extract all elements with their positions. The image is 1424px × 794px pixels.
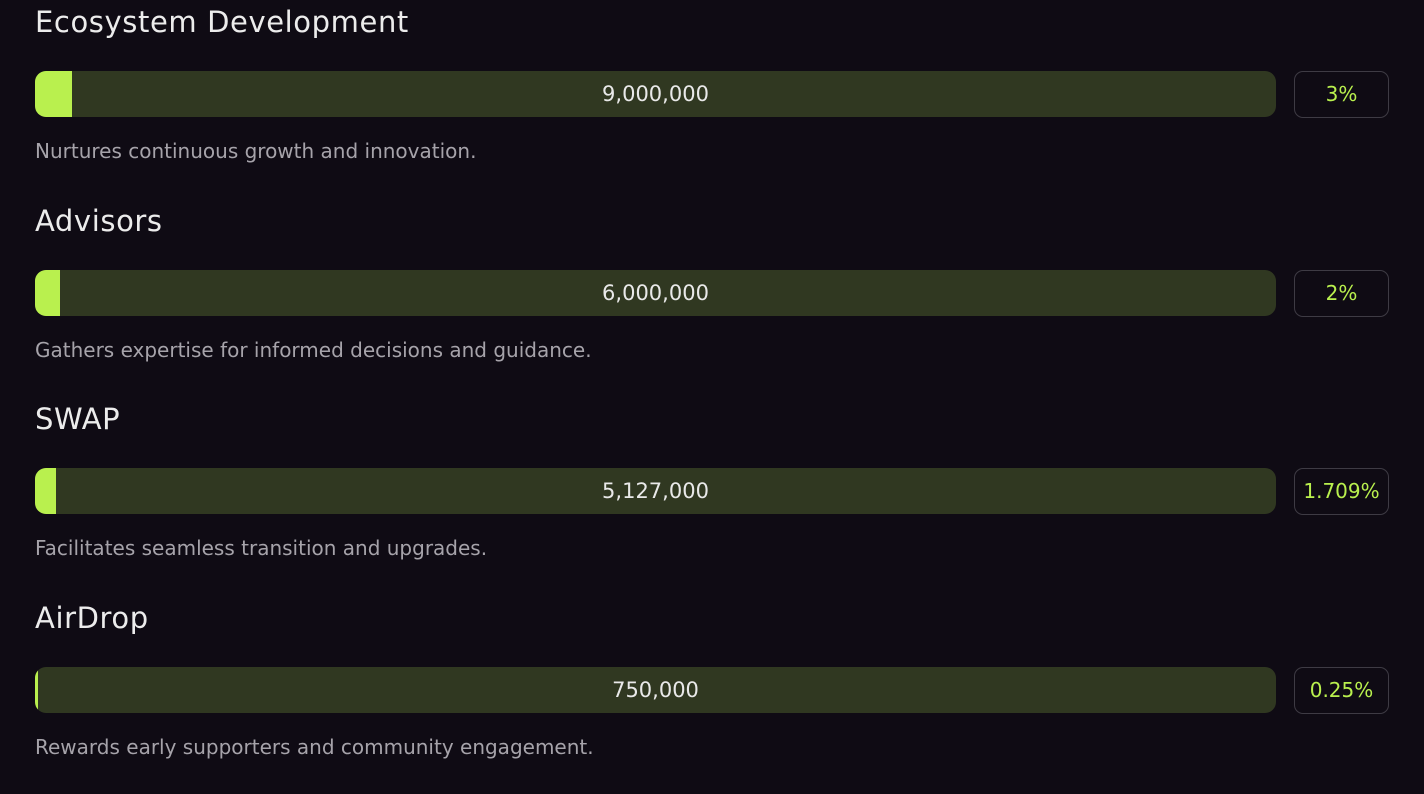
allocation-percent-badge: 2% bbox=[1294, 270, 1389, 317]
allocation-title: Advisors bbox=[35, 202, 163, 240]
allocation-progress-bar: 750,000 bbox=[35, 667, 1276, 713]
allocation-percent-badge: 0.25% bbox=[1294, 667, 1389, 714]
allocation-description: Nurtures continuous growth and innovatio… bbox=[35, 137, 476, 165]
allocation-description: Rewards early supporters and community e… bbox=[35, 733, 594, 761]
allocation-amount: 750,000 bbox=[35, 667, 1276, 713]
allocation-amount: 6,000,000 bbox=[35, 270, 1276, 316]
allocation-item-advisors: Advisors 6,000,000 2% Gathers expertise … bbox=[35, 199, 1391, 398]
allocation-title: SWAP bbox=[35, 400, 120, 438]
allocation-progress-bar: 6,000,000 bbox=[35, 270, 1276, 316]
allocation-amount: 9,000,000 bbox=[35, 71, 1276, 117]
allocation-percent-badge: 3% bbox=[1294, 71, 1389, 118]
allocation-item-swap: SWAP 5,127,000 1.709% Facilitates seamle… bbox=[35, 397, 1391, 596]
allocation-title: AirDrop bbox=[35, 599, 149, 637]
allocation-progress-bar: 9,000,000 bbox=[35, 71, 1276, 117]
allocation-description: Gathers expertise for informed decisions… bbox=[35, 336, 592, 364]
allocation-progress-bar: 5,127,000 bbox=[35, 468, 1276, 514]
allocation-item-ecosystem-development: Ecosystem Development 9,000,000 3% Nurtu… bbox=[35, 0, 1391, 199]
allocation-percent-badge: 1.709% bbox=[1294, 468, 1389, 515]
allocation-title: Ecosystem Development bbox=[35, 3, 409, 41]
allocation-list: Ecosystem Development 9,000,000 3% Nurtu… bbox=[35, 0, 1391, 794]
allocation-item-airdrop: AirDrop 750,000 0.25% Rewards early supp… bbox=[35, 596, 1391, 794]
allocation-description: Facilitates seamless transition and upgr… bbox=[35, 534, 487, 562]
allocation-amount: 5,127,000 bbox=[35, 468, 1276, 514]
